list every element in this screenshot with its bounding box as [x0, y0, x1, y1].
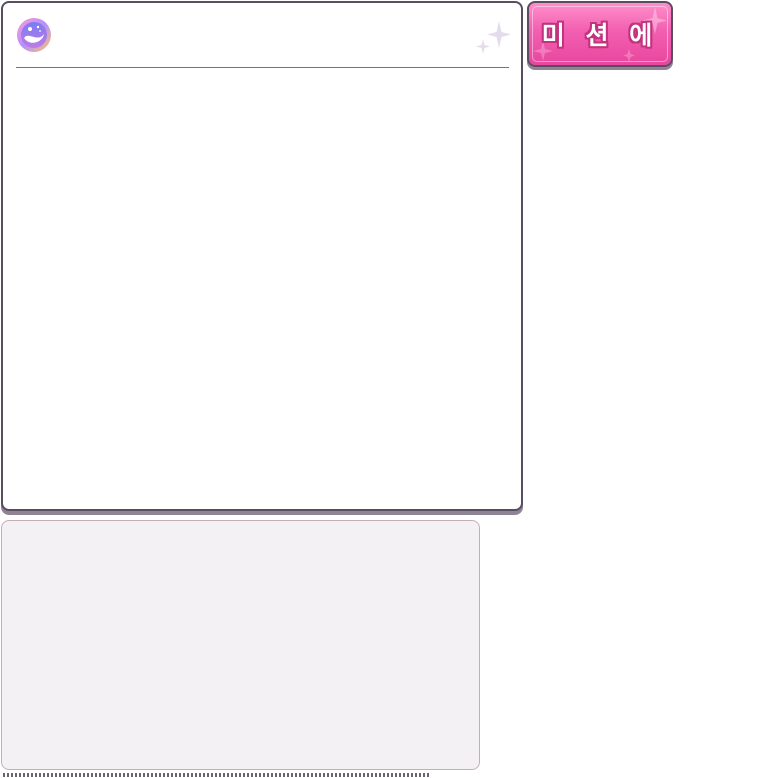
header-divider — [16, 67, 509, 68]
yin-yang-emblem-icon — [17, 18, 51, 52]
mission-tab-button[interactable]: 미 션 에 — [527, 1, 673, 67]
dotted-divider — [3, 773, 430, 777]
lower-info-box — [1, 520, 480, 770]
panel-content-area — [16, 73, 510, 503]
main-dialog-panel — [1, 1, 523, 511]
panel-header — [16, 17, 511, 69]
mission-tab-label: 미 션 에 — [541, 21, 659, 50]
game-screen: 미 션 에 — [0, 0, 778, 778]
sparkle-icon — [476, 21, 511, 54]
